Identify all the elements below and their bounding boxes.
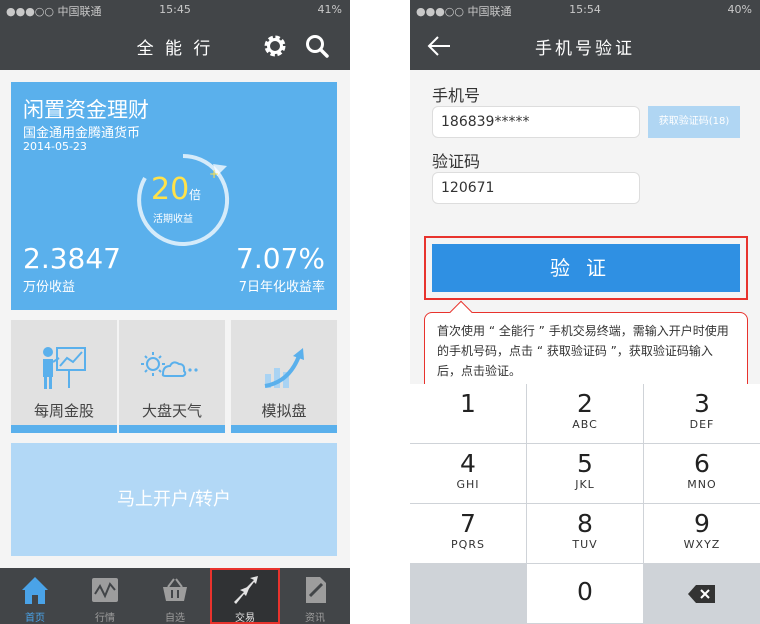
- presenter-chart-icon: [43, 347, 86, 389]
- income-per-10k-label: 万份收益: [23, 280, 76, 295]
- battery-text: 41%: [317, 3, 342, 16]
- tile-accent-bar: [231, 425, 337, 433]
- tile-label: 模拟盘: [261, 402, 307, 420]
- tab-label: 行情: [95, 613, 115, 624]
- code-label: 验证码: [432, 152, 481, 171]
- multiplier-label: 活期收益: [153, 214, 193, 225]
- app-title: 全 能 行: [136, 39, 214, 59]
- key-2[interactable]: 2 ABC: [527, 384, 643, 443]
- tile-label: 每周金股: [33, 402, 94, 420]
- basket-icon: [163, 578, 187, 601]
- home-icon: [22, 577, 48, 604]
- key-1[interactable]: 1: [410, 384, 526, 443]
- code-input[interactable]: 120671: [432, 172, 640, 204]
- income-per-10k-value: 2.3847: [23, 242, 121, 275]
- key-0[interactable]: 0: [527, 564, 643, 623]
- verify-button[interactable]: 验证: [432, 244, 740, 292]
- multiplier-unit: 倍: [189, 188, 202, 202]
- tile-accent-bar: [119, 425, 225, 433]
- weather-icon: [141, 352, 198, 377]
- banner-date: 2014-05-23: [23, 140, 87, 153]
- key-7[interactable]: 7 PQRS: [410, 504, 526, 563]
- annualized-yield-value: 7.07%: [236, 242, 325, 275]
- nav-bar: 全 能 行: [0, 20, 350, 70]
- key-8[interactable]: 8 TUV: [527, 504, 643, 563]
- tab-label: 交易: [235, 613, 255, 624]
- trade-arrows-icon: [234, 576, 258, 604]
- status-bar: ●●●○○ 中国联通 15:54 40%: [410, 0, 760, 20]
- key-delete[interactable]: [644, 564, 760, 623]
- tab-label: 首页: [25, 613, 45, 624]
- phone-input[interactable]: 186839*****: [432, 106, 640, 138]
- instruction-tooltip: 首次使用 “ 全能行 ” 手机交易终端，需输入开户时使用的手机号码，点击 “ 获…: [424, 300, 748, 392]
- tab-label: 资讯: [305, 613, 325, 624]
- tile-market-weather[interactable]: 大盘天气: [119, 320, 225, 433]
- status-bar: ●●●○○ 中国联通 15:45 41%: [0, 0, 350, 20]
- gear-icon[interactable]: [262, 33, 288, 59]
- tab-quotes[interactable]: 行情: [70, 568, 140, 624]
- verify-highlight: 验证: [424, 236, 748, 300]
- key-5[interactable]: 5 JKL: [527, 444, 643, 503]
- status-time: 15:54: [569, 3, 601, 16]
- tab-home[interactable]: 首页: [0, 568, 70, 624]
- key-4[interactable]: 4 GHI: [410, 444, 526, 503]
- tile-label: 大盘天气: [141, 402, 202, 420]
- backspace-icon: [688, 585, 715, 603]
- tab-label: 自选: [165, 613, 185, 624]
- tooltip-arrow: [449, 300, 473, 324]
- tab-trade[interactable]: 交易: [210, 568, 280, 624]
- numeric-keypad: 1 2 ABC 3 DEF 4 GHI 5 JKL 6 MNO 7 PQRS 8 TUV 9W…: [410, 384, 760, 624]
- annualized-yield-label: 7日年化收益率: [238, 280, 325, 295]
- tab-bar: 首页 行情 自选 交易 资讯: [0, 568, 350, 624]
- money-fund-banner[interactable]: 闲置资金理财 国金通用金腾通货币 2014-05-23 + 20 倍 活期收益 …: [11, 82, 337, 310]
- tile-accent-bar: [11, 425, 117, 433]
- tooltip-text: 首次使用 “ 全能行 ” 手机交易终端，需输入开户时使用的手机号码，点击 “ 获…: [437, 324, 729, 378]
- page-title: 手机号验证: [535, 39, 635, 59]
- svg-text:+: +: [209, 167, 219, 181]
- news-icon: [306, 577, 326, 603]
- tile-weekly-stock[interactable]: 每周金股: [11, 320, 117, 433]
- growth-chart-icon: [264, 348, 304, 388]
- key-6[interactable]: 6 MNO: [644, 444, 760, 503]
- open-account-button[interactable]: 马上开户/转户: [11, 443, 337, 556]
- banner-title: 闲置资金理财: [23, 98, 149, 122]
- tile-simulated-trading[interactable]: 模拟盘: [231, 320, 337, 433]
- home-screen: ●●●○○ 中国联通 15:45 41% 全 能 行 闲置资金理财 国金通用金腾…: [0, 0, 350, 624]
- status-time: 15:45: [159, 3, 191, 16]
- phone-verification-screen: ●●●○○ 中国联通 15:54 40% 手机号验证 手机号 186839***…: [410, 0, 760, 624]
- key-9[interactable]: 9 WXYZ: [644, 504, 760, 563]
- get-code-button[interactable]: 获取验证码(18): [648, 106, 740, 138]
- battery-text: 40%: [727, 3, 752, 16]
- tab-news[interactable]: 资讯: [280, 568, 350, 624]
- quotes-icon: [92, 578, 118, 602]
- search-icon[interactable]: [304, 33, 330, 59]
- key-3[interactable]: 3 DEF: [644, 384, 760, 443]
- banner-subtitle: 国金通用金腾通货币: [23, 126, 141, 141]
- tab-watchlist[interactable]: 自选: [140, 568, 210, 624]
- key-blank: [410, 564, 526, 623]
- verification-form: 手机号 186839***** 获取验证码(18) 验证码 120671 验证 …: [410, 70, 760, 392]
- multiplier-value: 20: [151, 172, 190, 207]
- nav-bar: 手机号验证: [410, 20, 760, 70]
- phone-label: 手机号: [432, 86, 481, 105]
